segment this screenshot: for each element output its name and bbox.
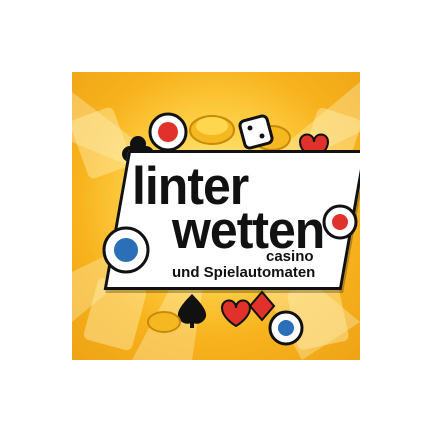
logo: linter wetten casino und Spielautomaten — [72, 72, 360, 360]
logo-line-4: und Spielautomaten — [172, 264, 316, 281]
logo-line-3: casino — [266, 248, 314, 265]
logo-tile: linter wetten casino und Spielautomaten — [72, 72, 360, 360]
